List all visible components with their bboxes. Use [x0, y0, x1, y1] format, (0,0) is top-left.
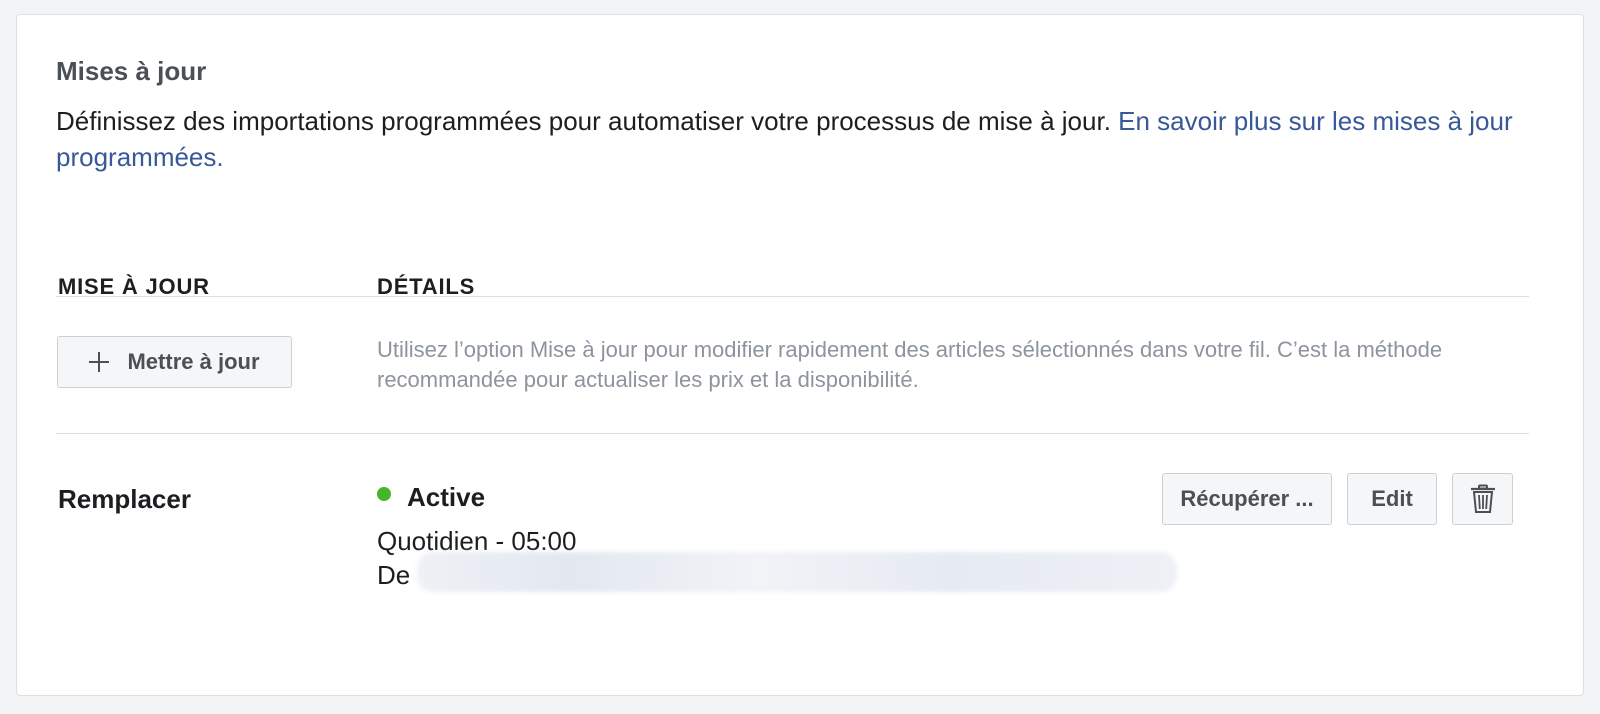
section-description: Définissez des importations programmées …	[56, 103, 1526, 175]
fetch-now-button[interactable]: Récupérer ...	[1162, 473, 1332, 525]
edit-label: Edit	[1371, 486, 1413, 511]
section-title: Mises à jour	[56, 56, 207, 86]
edit-button[interactable]: Edit	[1347, 473, 1437, 525]
description-text: Définissez des importations programmées …	[56, 106, 1111, 136]
scheduled-updates-card: Mises à jour Définissez des importations…	[16, 14, 1584, 696]
update-button[interactable]: Mettre à jour	[57, 336, 292, 388]
trash-icon	[1470, 484, 1495, 513]
source-prefix: De	[377, 560, 411, 590]
status-text: Active	[407, 482, 486, 512]
header-divider	[56, 296, 1529, 297]
replace-row-label: Remplacer	[58, 484, 191, 514]
delete-button[interactable]	[1452, 473, 1513, 525]
plus-icon	[89, 352, 110, 372]
update-button-label: Mettre à jour	[127, 349, 260, 374]
row-divider	[56, 433, 1529, 434]
fetch-now-label: Récupérer ...	[1180, 486, 1314, 511]
status-dot-icon	[377, 487, 391, 501]
redacted-source-url	[417, 552, 1177, 592]
update-helper-text: Utilisez l’option Mise à jour pour modif…	[377, 337, 1443, 392]
